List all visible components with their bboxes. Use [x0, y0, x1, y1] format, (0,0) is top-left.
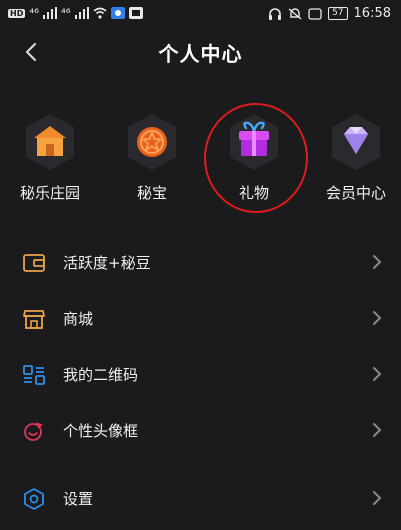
list-item-label: 我的二维码	[63, 366, 139, 384]
list-item-qrcode[interactable]: 我的二维码	[0, 350, 401, 398]
status-right: 57 16:58	[268, 6, 391, 21]
signal-icon	[42, 7, 57, 19]
avatar-frame-icon	[24, 422, 43, 441]
settings-icon	[24, 488, 44, 510]
mute-bell-icon	[288, 7, 302, 20]
list-item-shop[interactable]: 商城	[0, 294, 401, 342]
headset-icon	[269, 7, 282, 20]
entry-label: 秘乐庄园	[19, 184, 80, 202]
shop-icon	[23, 310, 45, 329]
app-notification-icon	[110, 7, 125, 19]
status-bar: HD ⁴⁶ ⁴⁶ 57 16:58	[0, 0, 401, 28]
header: 个人中心	[0, 28, 401, 76]
list-item-activity[interactable]: 活跃度+秘豆	[0, 238, 401, 286]
chevron-right-icon	[373, 367, 382, 381]
list-item-label: 个性头像框	[63, 422, 139, 440]
chevron-right-icon	[373, 491, 382, 505]
quick-entries: 秘乐庄园 秘宝 礼物 会员中心	[0, 108, 401, 208]
chevron-right-icon	[373, 311, 382, 325]
list-item-label: 设置	[63, 490, 94, 508]
entry-label: 秘宝	[136, 184, 167, 202]
battery-saver-icon	[308, 7, 322, 20]
list-item-avatar-frame[interactable]: 个性头像框	[0, 406, 401, 454]
house-icon	[26, 114, 74, 170]
entry-manor[interactable]: 秘乐庄园	[5, 108, 95, 208]
page-title: 个人中心	[158, 42, 243, 66]
status-left: HD ⁴⁶ ⁴⁶	[8, 6, 143, 20]
wifi-icon	[93, 7, 107, 19]
list-item-label: 商城	[63, 310, 94, 328]
chevron-right-icon	[373, 255, 382, 269]
qrcode-icon	[23, 365, 45, 385]
list-item-settings[interactable]: 设置	[0, 474, 401, 522]
wallet-icon	[23, 254, 45, 272]
entry-treasure[interactable]: 秘宝	[107, 108, 197, 208]
highlight-annotation	[204, 103, 308, 213]
chevron-right-icon	[373, 423, 382, 437]
signal-label-2: ⁴⁶	[60, 6, 71, 20]
star-coin-icon	[128, 114, 176, 170]
diamond-icon	[332, 114, 380, 170]
signal-label-1: ⁴⁶	[29, 6, 39, 20]
hd-badge: HD	[8, 8, 26, 18]
clock: 16:58	[353, 6, 391, 21]
signal-icon	[74, 7, 89, 19]
entry-membership[interactable]: 会员中心	[311, 108, 401, 208]
entry-label: 会员中心	[325, 184, 386, 202]
list-item-label: 活跃度+秘豆	[63, 254, 151, 272]
app-notification-icon	[128, 7, 143, 19]
battery-level: 57	[328, 7, 348, 20]
